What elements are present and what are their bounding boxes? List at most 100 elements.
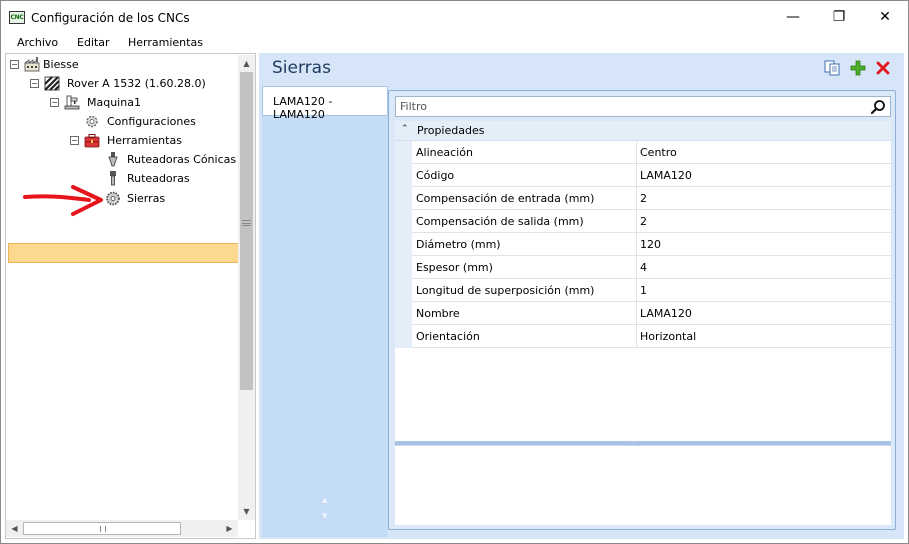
property-name: Nombre <box>416 307 460 320</box>
column-separator <box>636 210 637 233</box>
property-value[interactable]: LAMA120 <box>640 307 692 320</box>
property-value[interactable]: 2 <box>640 192 647 205</box>
tree-horizontal-scrollbar[interactable]: ◀ ▶ <box>6 520 238 537</box>
tree-node-configuraciones[interactable]: Configuraciones <box>84 112 240 131</box>
toolbox-icon <box>84 134 100 148</box>
app-window: CNC Configuración de los CNCs — ❐ ✕ Arch… <box>0 0 909 544</box>
minimize-button[interactable]: — <box>770 1 816 33</box>
tree-label: Configuraciones <box>107 115 196 128</box>
saw-blade-icon <box>106 191 120 206</box>
chevron-up-icon[interactable]: ⌃ <box>401 124 409 134</box>
scroll-right-icon[interactable]: ▶ <box>221 520 238 537</box>
column-separator <box>636 279 637 302</box>
property-value[interactable]: 120 <box>640 238 661 251</box>
scroll-down-icon[interactable]: ▼ <box>238 503 255 520</box>
row-gutter <box>395 302 412 325</box>
row-gutter <box>395 233 412 256</box>
title-bar: CNC Configuración de los CNCs — ❐ ✕ <box>1 1 908 33</box>
scroll-thumb[interactable] <box>23 522 181 535</box>
property-name: Compensación de salida (mm) <box>416 215 584 228</box>
property-value[interactable]: 1 <box>640 284 647 297</box>
property-row[interactable]: Nombre LAMA120 <box>395 302 891 325</box>
list-item[interactable]: LAMA120 - LAMA120 <box>262 86 388 121</box>
category-label: Propiedades <box>417 124 485 137</box>
tree-vertical-scrollbar[interactable]: ▲ ▼ <box>238 55 255 520</box>
description-area <box>395 445 891 525</box>
item-list: LAMA120 - LAMA120 ▲ ▼ <box>262 86 388 537</box>
property-name: Alineación <box>416 146 473 159</box>
row-gutter <box>395 210 412 233</box>
collapse-icon[interactable]: − <box>70 136 79 145</box>
tree-node-ruteadoras[interactable]: Ruteadoras <box>105 169 240 188</box>
tree-selection-highlight <box>8 243 240 263</box>
page-title: Sierras <box>272 58 331 78</box>
close-button[interactable]: ✕ <box>862 1 908 33</box>
scroll-up-icon[interactable]: ▲ <box>238 55 255 72</box>
tree-node-herramientas[interactable]: − Herramientas <box>70 131 240 150</box>
property-row[interactable]: Longitud de superposición (mm) 1 <box>395 279 891 302</box>
maximize-button[interactable]: ❐ <box>816 1 862 33</box>
property-row[interactable]: Diámetro (mm) 120 <box>395 233 891 256</box>
property-row[interactable]: Espesor (mm) 4 <box>395 256 891 279</box>
machine-stripes-icon <box>44 76 60 91</box>
row-gutter <box>395 279 412 302</box>
tree-node-maquina1[interactable]: − Maquina1 <box>50 93 240 112</box>
tree-node-sierras[interactable]: Sierras <box>105 189 240 208</box>
property-name: Compensación de entrada (mm) <box>416 192 595 205</box>
list-scroll-up-icon[interactable]: ▲ <box>322 496 327 504</box>
delete-icon[interactable] <box>875 60 891 76</box>
tree-node-rover[interactable]: − Rover A 1532 (1.60.28.0) <box>30 74 240 93</box>
scroll-thumb[interactable] <box>240 72 253 390</box>
filter-box <box>395 96 891 117</box>
list-scroll-down-icon[interactable]: ▼ <box>322 512 327 520</box>
menu-editar[interactable]: Editar <box>77 36 110 49</box>
app-logo-icon: CNC <box>9 11 25 24</box>
filter-input[interactable] <box>400 99 860 114</box>
menu-archivo[interactable]: Archivo <box>17 36 58 49</box>
tree-label: Ruteadoras Cónicas <box>127 153 237 166</box>
window-title: Configuración de los CNCs <box>31 11 190 25</box>
row-gutter <box>395 141 412 164</box>
add-icon[interactable] <box>850 60 866 76</box>
machine-tool-icon <box>64 95 80 110</box>
tree-label: Ruteadoras <box>127 172 190 185</box>
properties-frame: ⌃ Propiedades Alineación Centro Código L… <box>388 90 896 530</box>
tree-label: Biesse <box>43 58 79 71</box>
menu-bar: Archivo Editar Herramientas <box>1 33 908 52</box>
scroll-left-icon[interactable]: ◀ <box>6 520 23 537</box>
copy-icon[interactable] <box>824 60 840 76</box>
property-row[interactable]: Código LAMA120 <box>395 164 891 187</box>
property-row[interactable]: Alineación Centro <box>395 141 891 164</box>
tree-node-ruteadoras-conicas[interactable]: Ruteadoras Cónicas <box>105 150 240 169</box>
tree-label: Sierras <box>127 192 166 205</box>
conical-router-icon <box>108 152 118 167</box>
search-icon[interactable] <box>870 99 886 115</box>
list-item-label: LAMA120 - LAMA120 <box>273 95 333 121</box>
property-grid: ⌃ Propiedades Alineación Centro Código L… <box>395 121 891 441</box>
tree-node-biesse[interactable]: − Biesse <box>10 55 240 74</box>
property-row[interactable]: Orientación Horizontal <box>395 325 891 348</box>
property-category[interactable]: ⌃ Propiedades <box>395 121 891 141</box>
main-panel: Sierras LAMA120 - LAMA120 ▲ ▼ Filtro ⌃ P… <box>259 53 904 539</box>
row-gutter <box>395 256 412 279</box>
property-value[interactable]: 2 <box>640 215 647 228</box>
property-value[interactable]: Horizontal <box>640 330 696 343</box>
column-separator <box>636 256 637 279</box>
property-value[interactable]: Centro <box>640 146 677 159</box>
tree-label: Herramientas <box>107 134 182 147</box>
menu-herramientas[interactable]: Herramientas <box>128 36 203 49</box>
property-value[interactable]: LAMA120 <box>640 169 692 182</box>
grip-icon <box>242 220 251 226</box>
property-name: Espesor (mm) <box>416 261 493 274</box>
factory-icon <box>24 57 40 72</box>
annotation-arrow-icon <box>23 185 103 216</box>
tree-panel: − Biesse − Rover A 1532 (1.60.28.0) − Ma… <box>5 53 256 539</box>
property-row[interactable]: Compensación de salida (mm) 2 <box>395 210 891 233</box>
property-name: Código <box>416 169 455 182</box>
row-gutter <box>395 325 412 348</box>
collapse-icon[interactable]: − <box>10 60 19 69</box>
collapse-icon[interactable]: − <box>30 79 39 88</box>
collapse-icon[interactable]: − <box>50 98 59 107</box>
property-row[interactable]: Compensación de entrada (mm) 2 <box>395 187 891 210</box>
property-value[interactable]: 4 <box>640 261 647 274</box>
